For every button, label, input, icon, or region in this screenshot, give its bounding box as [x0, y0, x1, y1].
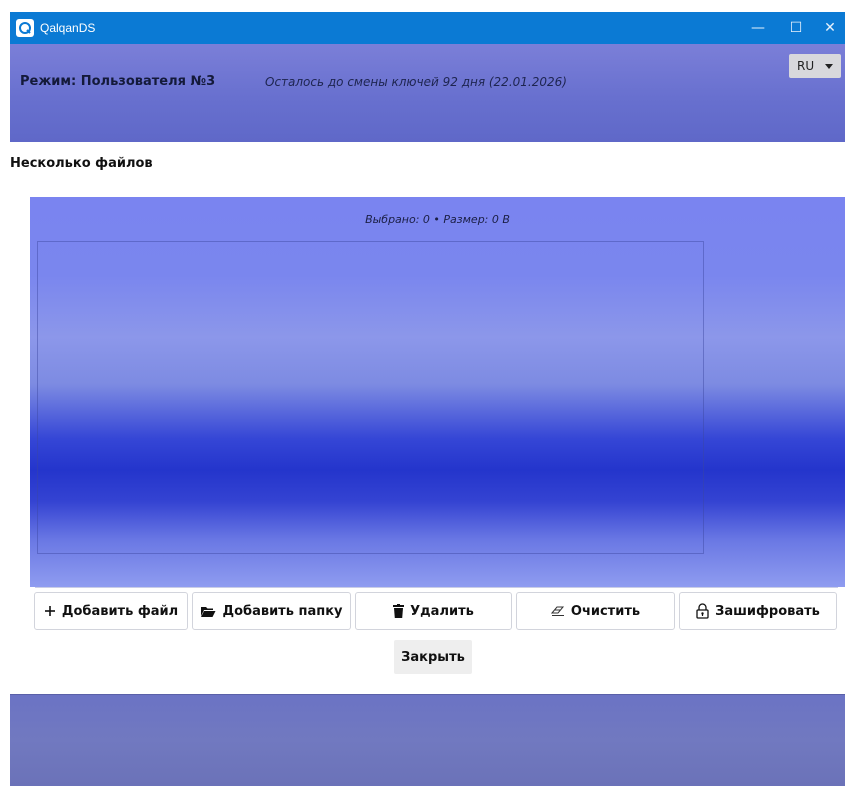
add-file-label: Добавить файл — [61, 603, 179, 619]
add-folder-label: Добавить папку — [222, 603, 343, 619]
title-bar[interactable]: QalqanDS — ☐ ✕ — [10, 12, 845, 44]
key-change-notice: Осталось до смены ключей 92 дня (22.01.2… — [265, 75, 567, 89]
maximize-button[interactable]: ☐ — [777, 12, 815, 44]
footer-band — [10, 694, 845, 786]
file-list[interactable] — [37, 241, 704, 554]
close-button[interactable]: Закрыть — [394, 640, 472, 674]
eraser-icon — [550, 606, 564, 616]
panel-divider — [35, 587, 838, 588]
lock-icon — [696, 603, 709, 619]
plus-icon — [44, 606, 55, 616]
minimize-button[interactable]: — — [739, 12, 777, 44]
clear-label: Очистить — [570, 603, 641, 619]
selection-summary: Выбрано: 0 • Размер: 0 B — [365, 213, 510, 226]
files-panel: Выбрано: 0 • Размер: 0 B — [30, 197, 845, 588]
chevron-down-icon — [825, 64, 833, 69]
add-file-button[interactable]: Добавить файл — [34, 592, 188, 630]
add-folder-button[interactable]: Добавить папку — [192, 592, 351, 630]
action-toolbar: Добавить файл Добавить папку Удалить Очи… — [34, 592, 845, 630]
window-title: QalqanDS — [40, 21, 96, 35]
user-mode-label: Режим: Пользователя №3 — [20, 74, 216, 89]
clear-button[interactable]: Очистить — [516, 592, 675, 630]
language-value: RU — [797, 59, 815, 73]
trash-icon — [393, 604, 405, 618]
app-logo-icon — [16, 19, 34, 37]
app-window: QalqanDS — ☐ ✕ Режим: Пользователя №3 Ос… — [10, 12, 845, 786]
folder-open-icon — [201, 606, 216, 617]
footer-divider — [10, 694, 845, 695]
close-window-button[interactable]: ✕ — [815, 12, 845, 44]
language-select[interactable]: RU — [789, 54, 841, 78]
delete-button[interactable]: Удалить — [355, 592, 512, 630]
delete-label: Удалить — [410, 603, 474, 619]
encrypt-label: Зашифровать — [715, 603, 820, 619]
header-bar: Режим: Пользователя №3 Осталось до смены… — [10, 44, 845, 142]
section-title: Несколько файлов — [10, 156, 153, 171]
encrypt-button[interactable]: Зашифровать — [679, 592, 837, 630]
window-controls: — ☐ ✕ — [739, 12, 845, 44]
